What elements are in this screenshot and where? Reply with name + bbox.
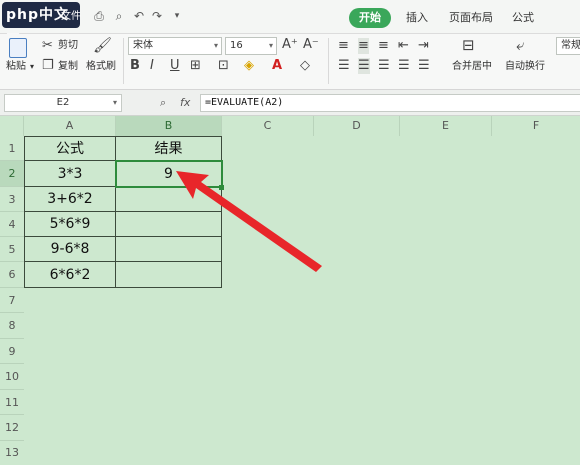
- print-preview-icon[interactable]: ⌕: [112, 9, 126, 23]
- align-left-icon[interactable]: ☰: [338, 58, 350, 74]
- tab-page-layout[interactable]: 页面布局: [443, 8, 499, 28]
- redo-icon[interactable]: ↷: [150, 9, 164, 23]
- font-name-select[interactable]: 宋体 ▾: [128, 37, 222, 55]
- bold-button[interactable]: B: [130, 58, 140, 74]
- fill-color-icon[interactable]: ◈: [244, 58, 254, 74]
- customize-dropdown-icon[interactable]: ▾: [170, 9, 184, 23]
- distributed-icon[interactable]: ☰: [418, 58, 430, 74]
- paste-icon[interactable]: [9, 38, 27, 58]
- spreadsheet-grid: A B C D E F 1 2 3 4 5 6 7 8 9 10 11 12 1…: [0, 116, 580, 465]
- format-painter-icon[interactable]: 🖌: [93, 37, 112, 53]
- font-name-value: 宋体: [133, 40, 153, 51]
- underline-button[interactable]: U: [170, 58, 180, 74]
- chevron-down-icon: ▾: [268, 41, 273, 50]
- copy-button[interactable]: 复制: [58, 60, 78, 74]
- print-icon[interactable]: ⎙: [92, 9, 106, 23]
- chevron-down-icon: ▾: [112, 98, 117, 107]
- justify-icon[interactable]: ☰: [398, 58, 410, 74]
- increase-font-icon[interactable]: A⁺: [282, 37, 298, 53]
- number-format-value: 常规: [561, 40, 580, 51]
- ribbon: 粘贴 ▾ ✂ 剪切 ❐ 复制 🖌 格式刷 宋体 ▾ 16 ▾ A⁺ A⁻ B I…: [0, 34, 580, 90]
- tab-insert[interactable]: 插入: [400, 8, 434, 28]
- name-box[interactable]: E2 ▾: [4, 94, 122, 112]
- ribbon-divider: [328, 38, 329, 84]
- name-box-value: E2: [56, 97, 70, 108]
- undo-icon[interactable]: ↶: [132, 9, 146, 23]
- italic-button[interactable]: I: [150, 58, 154, 74]
- border-icon[interactable]: ⊞: [190, 58, 201, 74]
- align-center-icon[interactable]: ☰: [358, 58, 370, 74]
- tab-home[interactable]: 开始: [349, 8, 391, 28]
- font-size-select[interactable]: 16 ▾: [225, 37, 277, 55]
- wrap-text-button[interactable]: 自动换行: [505, 60, 545, 74]
- format-painter-button[interactable]: 格式刷: [86, 60, 116, 74]
- menu-bar: php中文网 文件 ⎙ ⌕ ↶ ↷ ▾ 开始 插入 页面布局 公式: [0, 0, 580, 49]
- merge-center-icon[interactable]: ⊟: [462, 37, 475, 53]
- clear-format-icon[interactable]: ◇: [300, 58, 310, 74]
- annotation-arrow: [176, 171, 322, 272]
- align-top-icon[interactable]: ≡: [338, 38, 349, 54]
- font-size-value: 16: [230, 40, 243, 51]
- formula-bar: E2 ▾ ⌕ fx =EVALUATE(A2): [0, 90, 580, 116]
- tab-formula[interactable]: 公式: [508, 8, 538, 28]
- decrease-font-icon[interactable]: A⁻: [303, 37, 319, 53]
- cell-style-icon[interactable]: ⊡: [218, 58, 229, 74]
- copy-icon[interactable]: ❐: [42, 58, 54, 74]
- scissors-icon[interactable]: ✂: [42, 38, 53, 54]
- font-color-icon[interactable]: A: [272, 58, 282, 74]
- zoom-search-icon[interactable]: ⌕: [160, 95, 166, 111]
- merge-center-button[interactable]: 合并居中: [452, 60, 492, 74]
- fx-icon[interactable]: fx: [180, 95, 190, 111]
- number-format-select[interactable]: 常规: [556, 37, 580, 55]
- wrap-text-icon[interactable]: ⤶: [516, 37, 524, 53]
- align-bottom-icon[interactable]: ≡: [378, 38, 389, 54]
- align-right-icon[interactable]: ☰: [378, 58, 390, 74]
- ribbon-divider: [123, 38, 124, 84]
- paste-dropdown-icon[interactable]: ▾: [30, 60, 34, 74]
- outdent-icon[interactable]: ⇥: [418, 38, 429, 54]
- formula-input[interactable]: =EVALUATE(A2): [200, 94, 580, 112]
- indent-icon[interactable]: ⇤: [398, 38, 409, 54]
- file-menu[interactable]: 文件: [60, 10, 82, 24]
- paste-button[interactable]: 粘贴: [6, 60, 26, 74]
- arrow-shape: [176, 171, 322, 272]
- chevron-down-icon: ▾: [213, 41, 218, 50]
- align-middle-icon[interactable]: ≡: [358, 38, 369, 54]
- cut-button[interactable]: 剪切: [58, 39, 78, 53]
